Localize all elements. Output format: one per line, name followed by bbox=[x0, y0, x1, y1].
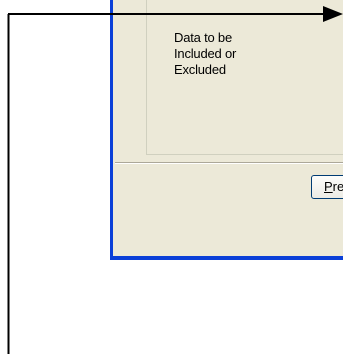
arrow-right-icon bbox=[323, 6, 343, 22]
screenshot-stage: Pre Data to be Included or Excluded bbox=[0, 0, 343, 360]
connector-lines bbox=[7, 6, 343, 354]
